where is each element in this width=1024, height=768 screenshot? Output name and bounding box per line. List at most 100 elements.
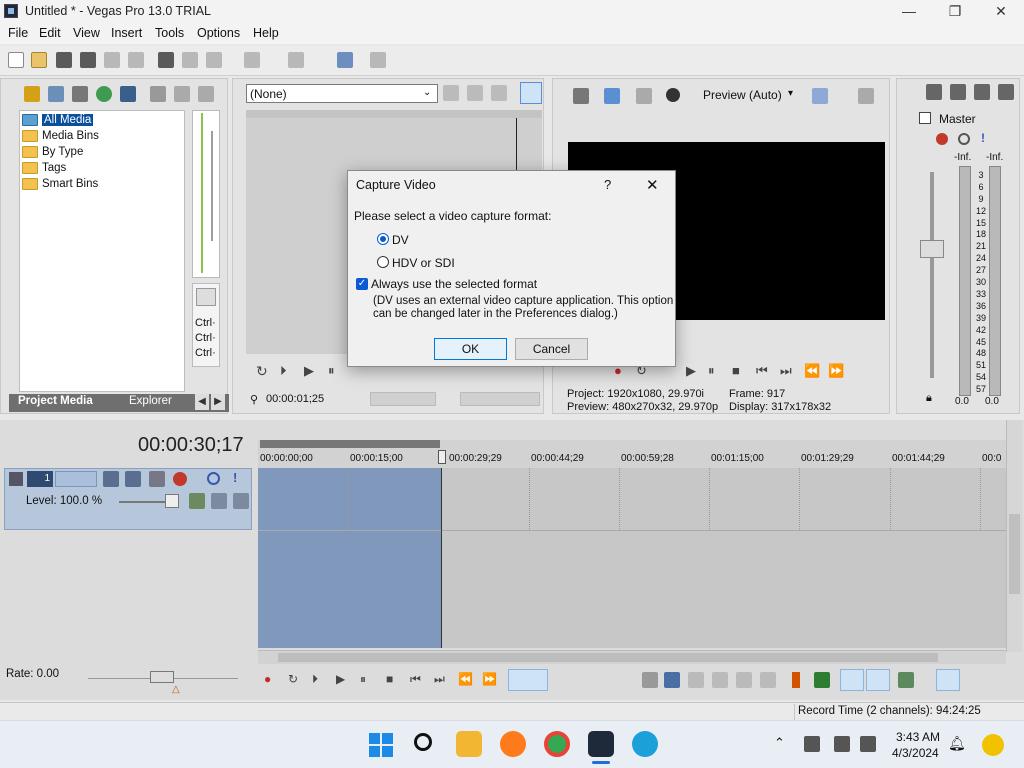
save-icon[interactable] <box>56 52 72 68</box>
track-name-field[interactable] <box>55 471 97 487</box>
level-slider-thumb[interactable] <box>165 494 179 508</box>
mixer-icon[interactable] <box>998 84 1014 100</box>
capture-video-icon[interactable] <box>72 86 88 102</box>
properties-icon[interactable] <box>128 52 144 68</box>
minimize-button[interactable]: — <box>886 0 932 24</box>
trimmer-tool-icon[interactable] <box>467 85 483 101</box>
stop-icon[interactable]: ■ <box>732 363 740 378</box>
get-media-icon[interactable] <box>96 86 112 102</box>
split-screen-icon[interactable] <box>636 88 652 104</box>
pause-icon[interactable]: ⏸ <box>708 363 715 379</box>
insert-region-icon[interactable] <box>814 672 830 688</box>
cut-icon[interactable] <box>158 52 174 68</box>
mixer-icon[interactable] <box>974 84 990 100</box>
search-media-icon[interactable] <box>120 86 136 102</box>
play-from-start-icon[interactable]: ⏵ <box>280 363 287 379</box>
redo-icon[interactable] <box>288 52 304 68</box>
open-folder-icon[interactable] <box>31 52 47 68</box>
preview-toggle-icon[interactable] <box>573 88 589 104</box>
new-project-icon[interactable] <box>8 52 24 68</box>
video-track-row[interactable] <box>258 468 1008 531</box>
make-compositing-child-icon[interactable] <box>211 493 227 509</box>
vegas-pro-icon[interactable] <box>588 731 614 757</box>
tree-item-media-bins[interactable]: Media Bins <box>22 128 99 144</box>
go-to-start-icon[interactable]: ⏮ <box>756 363 768 379</box>
sc-icon[interactable] <box>196 288 216 306</box>
tab-scroll-left[interactable]: ◀ <box>195 394 209 410</box>
paste-icon[interactable] <box>206 52 222 68</box>
firefox-icon[interactable] <box>500 731 526 757</box>
go-to-start-icon[interactable]: ⏮ <box>410 672 421 687</box>
make-compositing-parent-icon[interactable] <box>233 493 249 509</box>
timeline-horizontal-scrollbar[interactable] <box>258 650 1006 664</box>
pause-icon[interactable]: ⏸ <box>328 363 335 379</box>
tree-item-by-type[interactable]: By Type <box>22 144 83 160</box>
trim-icon[interactable] <box>664 672 680 688</box>
auto-ripple-icon[interactable] <box>840 669 864 691</box>
clock-date[interactable]: 4/3/2024 <box>892 746 939 760</box>
loop-region[interactable] <box>260 440 440 448</box>
timeline-vertical-scrollbar[interactable] <box>1006 420 1022 652</box>
preview-overlay-icon[interactable] <box>666 88 680 102</box>
menu-view[interactable]: View <box>73 26 100 40</box>
undo-icon[interactable] <box>244 52 260 68</box>
maximize-button[interactable]: ❐ <box>932 0 978 24</box>
mixer-icon[interactable] <box>950 84 966 100</box>
external-monitor-icon[interactable] <box>604 88 620 104</box>
chevron-up-icon[interactable]: ⌃ <box>774 735 785 751</box>
next-frame-icon[interactable]: ⏩ <box>828 363 844 379</box>
go-to-end-icon[interactable]: ⏭ <box>780 363 792 379</box>
dialog-help-button[interactable]: ? <box>604 177 611 192</box>
trim-end-icon[interactable] <box>712 672 728 688</box>
import-media-icon[interactable] <box>48 86 64 102</box>
track-fx-chain-icon[interactable] <box>173 472 187 486</box>
menu-tools[interactable]: Tools <box>155 26 184 40</box>
prev-frame-icon[interactable]: ⏪ <box>458 672 473 686</box>
radio-hdv-sdi-label[interactable]: HDV or SDI <box>392 256 455 270</box>
menu-help[interactable]: Help <box>253 26 279 40</box>
lightning-icon[interactable] <box>24 86 40 102</box>
tab-scroll-right[interactable]: ▶ <box>211 394 225 410</box>
tray-app-icon[interactable] <box>804 736 820 752</box>
split-icon[interactable] <box>736 672 752 688</box>
copilot-icon[interactable] <box>982 734 1004 756</box>
notification-bell-icon[interactable]: 🔔︎ <box>948 735 966 752</box>
grid-icon[interactable] <box>812 88 828 104</box>
enable-snapping-icon[interactable] <box>337 52 353 68</box>
composite-mode-icon[interactable] <box>149 471 165 487</box>
master-fx-icon[interactable] <box>936 133 948 145</box>
tab-explorer[interactable]: Explorer <box>129 395 172 407</box>
mixer-icon[interactable] <box>926 84 942 100</box>
preview-quality-dropdown[interactable]: Preview (Auto) <box>703 88 782 102</box>
menu-insert[interactable]: Insert <box>111 26 142 40</box>
edge-icon[interactable] <box>632 731 658 757</box>
track-motion-icon[interactable] <box>103 471 119 487</box>
trimmer-dropdown[interactable]: (None) ⌄ <box>246 84 438 103</box>
search-icon[interactable] <box>414 733 432 751</box>
next-frame-icon[interactable]: ⏩ <box>482 672 497 686</box>
volume-icon[interactable] <box>860 736 876 752</box>
loop-icon[interactable]: ↻ <box>288 672 298 686</box>
always-use-format-checkbox[interactable]: ✓ <box>356 278 368 290</box>
radio-dv-label[interactable]: DV <box>392 233 409 247</box>
prev-frame-icon[interactable]: ⏪ <box>804 363 820 379</box>
network-icon[interactable] <box>834 736 850 752</box>
always-use-format-label[interactable]: Always use the selected format <box>371 277 537 291</box>
media-properties-icon[interactable] <box>174 86 190 102</box>
radio-hdv-sdi[interactable] <box>377 256 389 268</box>
close-window-button[interactable]: ✕ <box>978 0 1024 24</box>
mute-track-icon[interactable] <box>207 472 220 485</box>
track-compositing-icon[interactable] <box>189 493 205 509</box>
solo-track-icon[interactable]: ! <box>233 470 237 485</box>
go-to-end-icon[interactable]: ⏭ <box>434 672 445 687</box>
dialog-close-button[interactable]: ✕ <box>646 176 659 194</box>
record-icon[interactable]: ● <box>264 672 271 686</box>
copy-icon[interactable] <box>182 52 198 68</box>
tab-project-media[interactable]: Project Media <box>18 395 93 407</box>
solo-icon[interactable]: ! <box>981 131 985 145</box>
master-fader[interactable] <box>920 240 944 258</box>
play-icon[interactable]: ▶ <box>686 363 696 379</box>
delete-icon[interactable] <box>642 672 658 688</box>
whats-this-help-icon[interactable] <box>370 52 386 68</box>
chrome-icon[interactable] <box>544 731 570 757</box>
